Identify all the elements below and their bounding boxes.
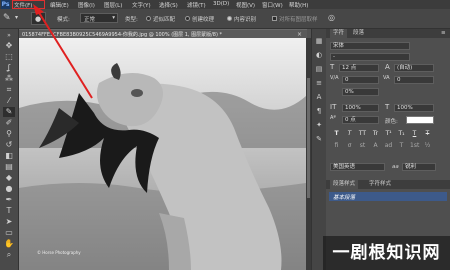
layers-icon[interactable]: ▤ — [315, 65, 323, 73]
baseline-value: 0 点 — [345, 117, 356, 123]
tab-paragraph[interactable]: 段落 — [350, 29, 367, 38]
tab-paragraph-styles[interactable]: 段落样式 — [330, 180, 359, 189]
style-list-item[interactable]: 基本段落 — [329, 192, 447, 201]
character-icon[interactable]: A — [315, 93, 323, 101]
ordinals-button[interactable]: 1st — [410, 142, 419, 150]
paragraph-icon[interactable]: ¶ — [315, 107, 323, 115]
vertical-scale-field[interactable]: 100% — [342, 104, 379, 112]
discretionary-ligature-button[interactable]: st — [358, 142, 367, 150]
tracking-icon: VA — [383, 75, 390, 81]
anti-alias-value: 锐利 — [405, 164, 417, 170]
leading-icon: A — [385, 63, 390, 71]
history-icon[interactable]: ▦ — [315, 37, 323, 45]
faux-italic-button[interactable]: T — [345, 130, 354, 138]
titling-alt-button[interactable]: T — [397, 142, 406, 150]
site-watermark: 一剧根知识网 — [323, 236, 450, 270]
anti-alias-icon: aa — [392, 164, 399, 170]
baseline-field[interactable]: 0 点 — [342, 116, 379, 124]
styles-icon[interactable]: ✦ — [315, 121, 323, 129]
superscript-button[interactable]: T¹ — [384, 130, 393, 138]
kerning-value: 0 — [345, 77, 349, 83]
brush-preset-icon[interactable]: ✎ — [315, 135, 323, 143]
font-family-select[interactable]: 宋体 — [330, 42, 410, 50]
color-label: 颜色: — [385, 119, 398, 125]
tsume-value: 0% — [345, 89, 354, 95]
all-caps-button[interactable]: TT — [358, 130, 367, 138]
underline-button[interactable]: T — [410, 130, 419, 138]
kerning-icon: V/A — [330, 75, 339, 81]
style-list-item-label: 基本段落 — [333, 195, 356, 201]
anti-alias-select[interactable]: 锐利 — [402, 163, 436, 171]
tsume-field[interactable]: 0% — [342, 88, 379, 96]
panel-menu-icon[interactable]: ≡ — [438, 29, 449, 38]
horizontal-scale-icon: T — [385, 103, 390, 111]
subscript-button[interactable]: T₁ — [397, 130, 406, 138]
old-style-button[interactable]: ơ — [345, 142, 354, 150]
font-style-select[interactable]: - — [330, 53, 410, 61]
small-caps-button[interactable]: Tr — [371, 130, 380, 138]
tracking-value: 0 — [397, 77, 401, 83]
character-panel: 字符 段落 ≡ 宋体 - T 12 点 A (自动) V/A 0 VA 0 0%… — [326, 29, 450, 270]
text-color-swatch[interactable] — [406, 116, 434, 124]
leading-field[interactable]: (自动) — [394, 64, 434, 72]
properties-icon[interactable]: ≡ — [315, 79, 323, 87]
vertical-scale-value: 100% — [345, 105, 361, 111]
ligature-button[interactable]: fi — [332, 142, 341, 150]
kerning-field[interactable]: 0 — [342, 76, 379, 84]
language-select[interactable]: 美国英语 — [330, 163, 385, 171]
font-family-value: 宋体 — [333, 43, 345, 49]
horizontal-scale-value: 100% — [397, 105, 413, 111]
font-size-icon: T — [330, 63, 335, 71]
adjust-icon[interactable]: ◐ — [315, 51, 323, 59]
faux-bold-button[interactable]: T — [332, 130, 341, 138]
tab-character[interactable]: 字符 — [330, 29, 348, 38]
font-size-field[interactable]: 12 点 — [339, 64, 379, 72]
language-value: 美国英语 — [333, 164, 356, 170]
tracking-field[interactable]: 0 — [394, 76, 434, 84]
panel-icon-strip: ▦ ◐ ▤ ≡ A ¶ ✦ ✎ — [311, 29, 326, 270]
strikethrough-button[interactable]: T — [423, 130, 432, 138]
font-size-value: 12 点 — [342, 65, 357, 71]
baseline-icon: Aª — [330, 115, 336, 121]
vertical-scale-icon: IT — [330, 103, 337, 111]
swash-button[interactable]: A — [371, 142, 380, 150]
horizontal-scale-field[interactable]: 100% — [394, 104, 434, 112]
tab-character-styles[interactable]: 字符样式 — [366, 180, 394, 189]
stylistic-alt-button[interactable]: ad — [384, 142, 393, 150]
font-style-value: - — [333, 54, 335, 60]
leading-value: (自动) — [397, 65, 413, 71]
fractions-button[interactable]: ½ — [423, 142, 432, 150]
